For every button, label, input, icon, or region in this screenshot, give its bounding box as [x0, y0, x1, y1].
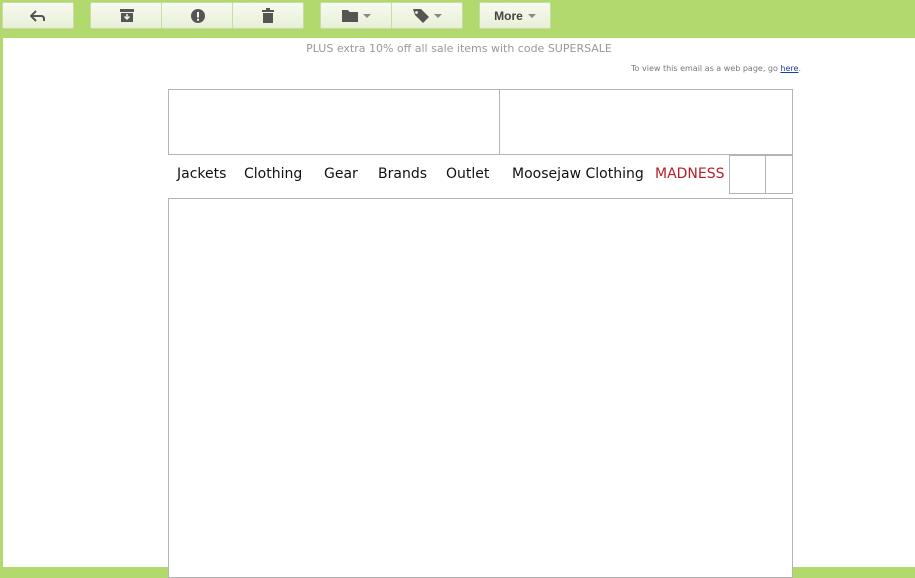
header-logo-image[interactable]: [168, 89, 501, 155]
chevron-down-icon: [527, 13, 536, 18]
nav-brands[interactable]: Brands: [378, 155, 427, 193]
trash-icon: [262, 8, 274, 23]
more-button[interactable]: More: [479, 2, 551, 29]
nav-image-2[interactable]: [765, 155, 793, 194]
webview-link[interactable]: here: [780, 64, 798, 73]
webview-text: To view this email as a web page, go: [631, 64, 781, 73]
email-nav-bar: Jackets Clothing Gear Brands Outlet Moos…: [168, 155, 728, 193]
toolbar: More: [0, 0, 915, 38]
nav-madness[interactable]: MADNESS: [655, 155, 725, 193]
back-arrow-icon: [30, 9, 46, 22]
main-banner-image[interactable]: [168, 198, 793, 578]
header-banner-image[interactable]: [499, 89, 793, 155]
archive-button[interactable]: [90, 2, 162, 29]
webview-suffix: .: [798, 64, 801, 73]
nav-image-1[interactable]: [729, 155, 766, 194]
promo-text: PLUS extra 10% off all sale items with c…: [306, 42, 612, 55]
tag-icon: [412, 8, 429, 23]
archive-icon: [119, 9, 134, 22]
more-label: More: [494, 8, 523, 23]
nav-jackets[interactable]: Jackets: [177, 155, 226, 193]
report-spam-button[interactable]: [161, 2, 233, 29]
chevron-down-icon: [433, 13, 442, 18]
folder-icon: [342, 9, 358, 22]
nav-clothing[interactable]: Clothing: [244, 155, 302, 193]
nav-outlet[interactable]: Outlet: [446, 155, 489, 193]
nav-gear[interactable]: Gear: [324, 155, 358, 193]
delete-button[interactable]: [232, 2, 304, 29]
move-to-button[interactable]: [320, 2, 392, 29]
email-content: PLUS extra 10% off all sale items with c…: [3, 38, 915, 578]
labels-button[interactable]: [391, 2, 463, 29]
nav-moosejaw-clothing[interactable]: Moosejaw Clothing: [512, 155, 644, 193]
webview-notice: To view this email as a web page, go her…: [631, 64, 801, 73]
back-button[interactable]: [2, 2, 74, 29]
chevron-down-icon: [363, 13, 371, 18]
exclamation-icon: [190, 8, 205, 23]
